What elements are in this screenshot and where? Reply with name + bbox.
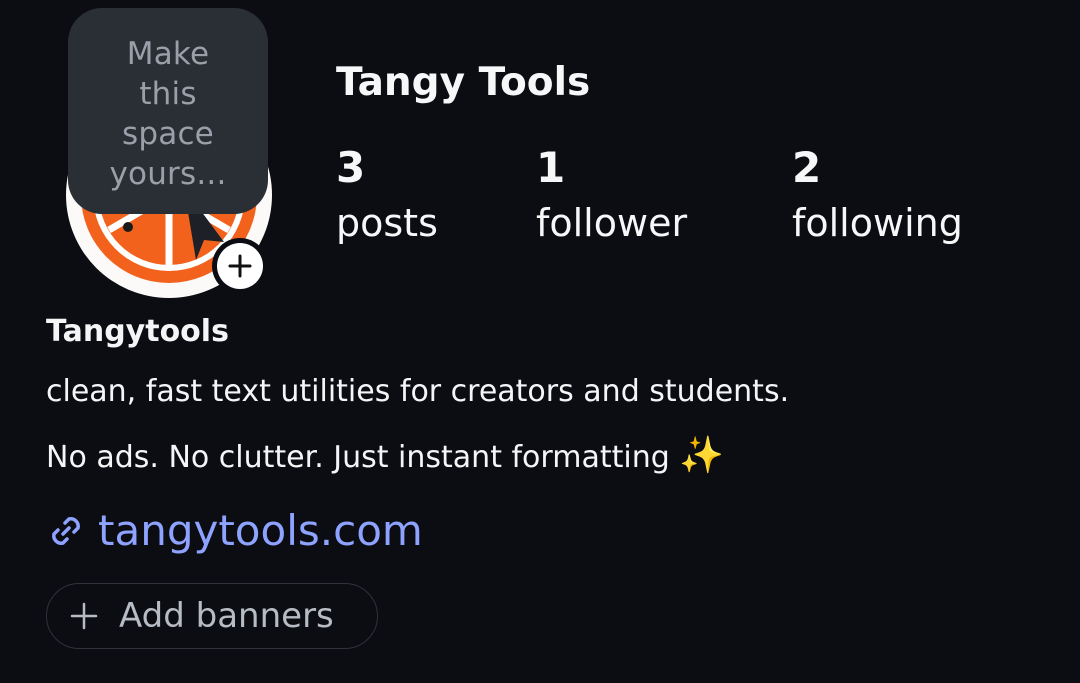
following-stat[interactable]: 2 following — [792, 144, 963, 246]
profile-page: Make this space yours... Tangy Tools 3 p… — [0, 0, 1080, 683]
posts-count: 3 — [336, 143, 366, 192]
display-name: Tangytools — [46, 314, 229, 349]
following-label: following — [792, 201, 963, 245]
tooltip-line: space — [122, 116, 214, 152]
posts-stat[interactable]: 3 posts — [336, 144, 438, 246]
website-link[interactable]: tangytools.com — [46, 506, 423, 555]
bio-text: No ads. No clutter. Just instant formatt… — [46, 440, 670, 475]
sparkles-emoji-icon: ✨ — [679, 435, 725, 476]
followers-label: follower — [536, 201, 688, 245]
posts-label: posts — [336, 201, 438, 245]
tooltip-line: Make — [126, 36, 210, 72]
tooltip-line: this — [139, 76, 197, 112]
bio-line: clean, fast text utilities for creators … — [46, 374, 790, 409]
avatar-tooltip[interactable]: Make this space yours... — [68, 8, 268, 214]
plus-icon — [69, 601, 99, 631]
add-banners-label: Add banners — [119, 596, 334, 636]
followers-count: 1 — [536, 143, 566, 192]
bio-line: No ads. No clutter. Just instant formatt… — [46, 434, 724, 476]
tooltip-line: yours... — [109, 156, 227, 192]
add-profile-photo-button[interactable] — [212, 238, 268, 294]
add-banners-button[interactable]: Add banners — [46, 583, 378, 649]
plus-icon — [228, 254, 252, 278]
following-count: 2 — [792, 143, 822, 192]
profile-name: Tangy Tools — [336, 60, 591, 105]
website-text: tangytools.com — [98, 506, 423, 555]
link-icon — [46, 511, 86, 551]
followers-stat[interactable]: 1 follower — [536, 144, 687, 246]
